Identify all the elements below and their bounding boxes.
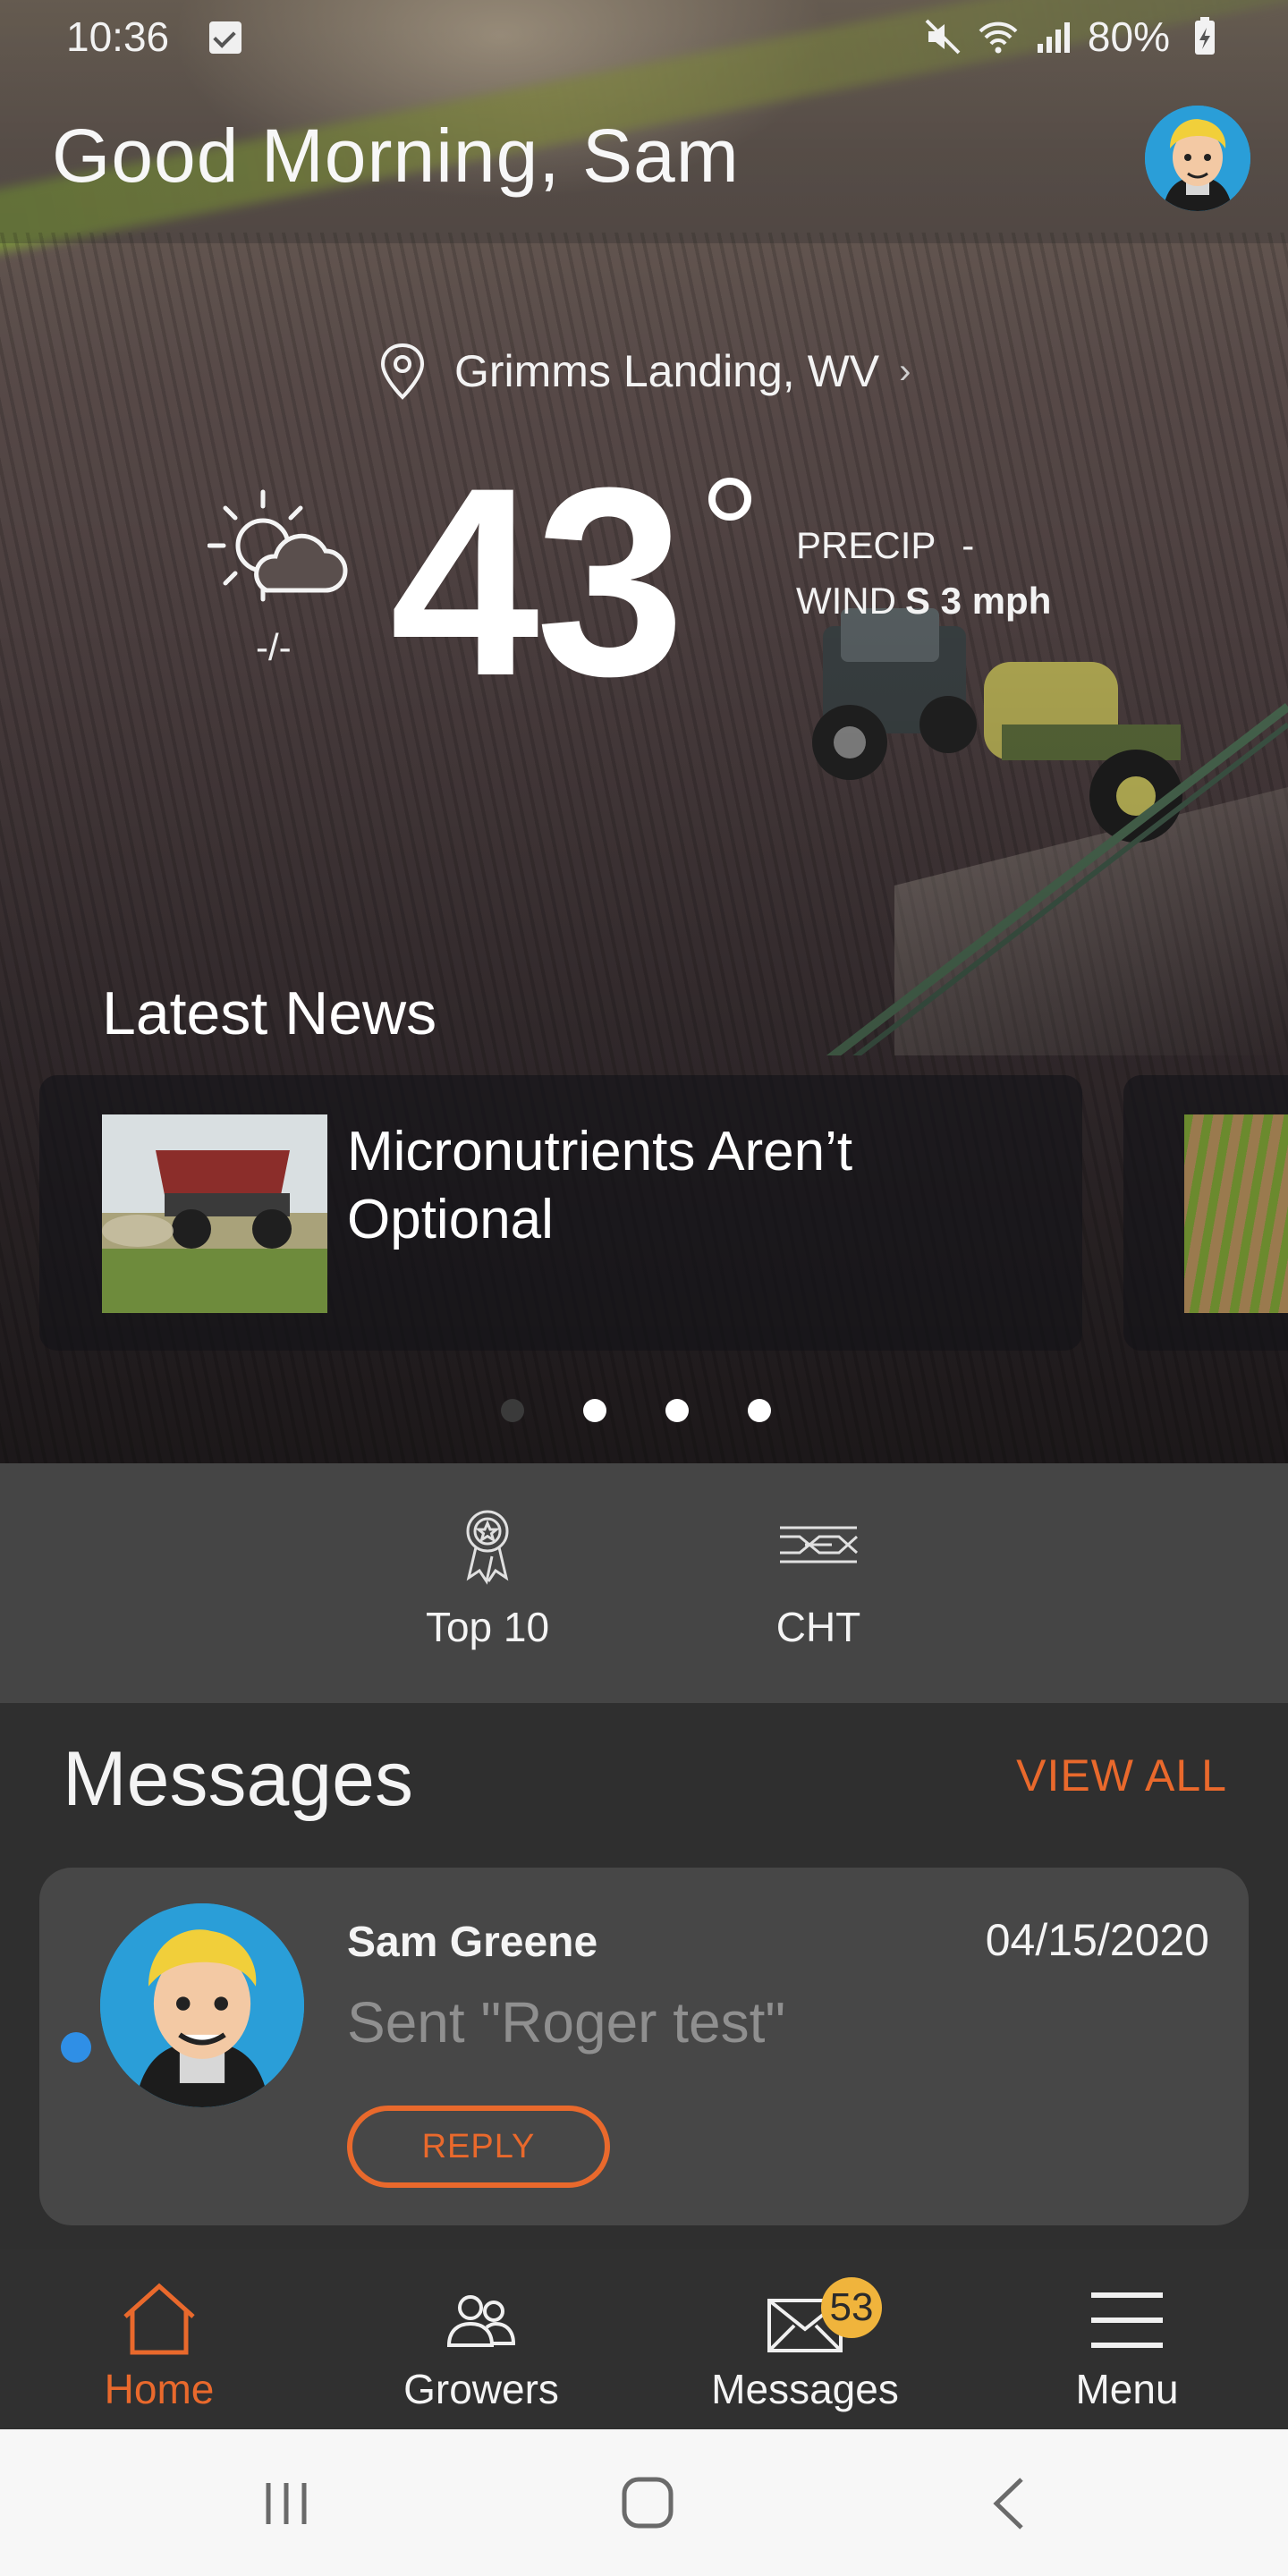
partly-cloudy-icon <box>208 489 348 602</box>
degree-symbol-icon <box>708 478 751 521</box>
growers-icon <box>446 2295 516 2347</box>
signal-icon <box>1037 22 1070 53</box>
quick-link-label: Top 10 <box>425 1604 550 1650</box>
news-headline: Micronutrients Aren’t Optional <box>347 1121 853 1250</box>
hi-lo-temperature: -/- <box>256 626 292 668</box>
status-time: 10:36 <box>66 13 170 60</box>
news-pager <box>501 1399 771 1422</box>
messages-section: Messages VIEW ALL Sam Greene 04/15/2020 … <box>0 1703 1288 2249</box>
precip-label: PRECIP <box>796 524 936 566</box>
system-nav-bar <box>0 2429 1288 2576</box>
nav-menu[interactable]: Menu <box>1011 2281 1243 2413</box>
message-preview: Sent "Roger test" <box>347 1990 786 2055</box>
wind-label: WIND <box>796 580 896 622</box>
message-date: 04/15/2020 <box>985 1915 1209 1965</box>
precip-row: PRECIP - <box>796 524 974 567</box>
award-ribbon-icon <box>466 1510 509 1585</box>
pager-dot-1[interactable] <box>501 1399 524 1422</box>
reply-button[interactable]: REPLY <box>347 2106 610 2188</box>
cartoon-avatar-icon <box>1145 106 1250 211</box>
status-bar: 10:36 80% <box>0 0 1288 80</box>
home-button-icon[interactable] <box>612 2472 683 2535</box>
checkbox-notification-icon <box>209 21 242 54</box>
cartoon-avatar-icon <box>100 1903 304 2107</box>
view-all-button[interactable]: VIEW ALL <box>1016 1750 1227 1801</box>
quick-links-bar: Top 10 CHT <box>0 1463 1288 1703</box>
message-card[interactable]: Sam Greene 04/15/2020 Sent "Roger test" … <box>39 1868 1249 2225</box>
message-sender: Sam Greene <box>347 1919 598 1966</box>
location-name: Grimms Landing, WV <box>454 346 880 396</box>
recent-apps-icon[interactable] <box>250 2472 322 2535</box>
nav-label: Menu <box>1075 2366 1179 2412</box>
quick-link-label: CHT <box>775 1604 861 1650</box>
bottom-nav: Home Growers 53 Messages Menu <box>0 2249 1288 2429</box>
battery-charging-icon <box>1195 17 1215 55</box>
messages-title: Messages <box>63 1736 413 1822</box>
quick-link-top10[interactable]: Top 10 <box>380 1504 595 1651</box>
crop-rows-image <box>1184 1114 1288 1313</box>
news-card[interactable]: Micronutrients Aren’t Optional <box>39 1075 1082 1351</box>
hamburger-menu-icon <box>1091 2292 1163 2348</box>
spreader-truck-image <box>102 1114 327 1313</box>
home-icon <box>123 2283 195 2355</box>
precip-value: - <box>962 524 975 566</box>
back-icon[interactable] <box>975 2472 1046 2535</box>
chevron-right-icon: › <box>899 351 911 391</box>
wifi-icon <box>979 21 1018 54</box>
nav-home[interactable]: Home <box>43 2281 275 2413</box>
news-thumbnail <box>102 1114 327 1313</box>
news-card-next[interactable] <box>1123 1075 1288 1351</box>
messages-count-badge: 53 <box>821 2277 882 2338</box>
pager-dot-2[interactable] <box>583 1399 606 1422</box>
location-selector[interactable]: Grimms Landing, WV › <box>376 342 911 401</box>
nav-label: Messages <box>711 2366 899 2412</box>
nav-messages[interactable]: 53 Messages <box>689 2277 921 2413</box>
wind-row: WIND S 3 mph <box>796 580 1051 623</box>
unread-indicator-icon <box>61 2032 91 2063</box>
profile-avatar-button[interactable] <box>1145 106 1250 211</box>
wind-value: S 3 mph <box>904 580 1052 622</box>
latest-news-title: Latest News <box>102 979 437 1047</box>
quick-link-cht[interactable]: CHT <box>711 1504 926 1651</box>
weather-hero: 10:36 80% Good Morning, Sam Grimms Landi… <box>0 0 1288 1463</box>
location-pin-icon <box>380 343 425 400</box>
nav-growers[interactable]: Growers <box>365 2281 597 2413</box>
sender-avatar <box>100 1903 304 2107</box>
mute-icon <box>925 19 961 55</box>
nav-label: Growers <box>403 2366 559 2412</box>
nav-label: Home <box>104 2366 215 2412</box>
pager-dot-3[interactable] <box>665 1399 689 1422</box>
cht-icon <box>780 1526 859 1563</box>
status-indicators: 80% <box>921 13 1225 61</box>
pager-dot-4[interactable] <box>748 1399 771 1422</box>
battery-percent: 80% <box>1087 13 1170 60</box>
greeting-title: Good Morning, Sam <box>52 114 740 198</box>
current-temperature: 43 <box>390 431 685 732</box>
